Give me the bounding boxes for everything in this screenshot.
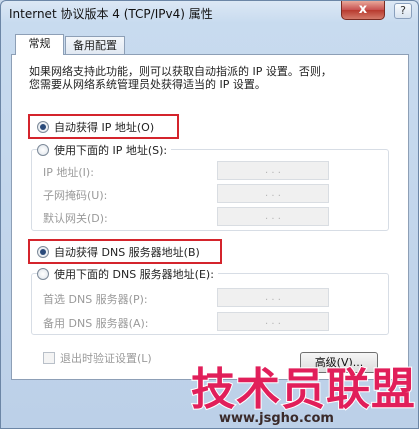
- window-title: Internet 协议版本 4 (TCP/IPv4) 属性: [9, 7, 213, 21]
- watermark-url: www.jsgho.com: [219, 411, 334, 426]
- preferred-dns-value: . . .: [265, 292, 281, 303]
- radio-auto-dns[interactable]: 自动获得 DNS 服务器地址(B): [37, 245, 200, 259]
- preferred-dns-field[interactable]: . . .: [217, 288, 329, 307]
- radio-manual-dns[interactable]: 使用下面的 DNS 服务器地址(E):: [37, 267, 218, 281]
- tab-alternate-config[interactable]: 备用配置: [65, 36, 125, 55]
- tab-alternate-config-label: 备用配置: [73, 39, 117, 52]
- description-line: 如果网络支持此功能，则可以获取自动指派的 IP 设置。否则，: [29, 65, 332, 78]
- tab-general-label: 常规: [28, 37, 51, 50]
- radio-auto-dns-label: 自动获得 DNS 服务器地址(B): [54, 246, 200, 259]
- radio-checked-icon: [37, 246, 49, 258]
- ip-address-label: IP 地址(I):: [43, 166, 94, 179]
- radio-manual-ip[interactable]: 使用下面的 IP 地址(S):: [37, 143, 172, 157]
- ip-address-value: . . .: [265, 165, 281, 176]
- subnet-mask-field[interactable]: . . .: [217, 184, 329, 203]
- checkbox-unchecked-icon: [43, 352, 55, 364]
- radio-unchecked-icon: [37, 144, 49, 156]
- title-bar[interactable]: Internet 协议版本 4 (TCP/IPv4) 属性 ? x: [1, 1, 418, 23]
- ip-address-field[interactable]: . . .: [217, 161, 329, 180]
- radio-manual-dns-label: 使用下面的 DNS 服务器地址(E):: [54, 268, 214, 281]
- default-gateway-field[interactable]: . . .: [217, 207, 329, 226]
- alternate-dns-field[interactable]: . . .: [217, 312, 329, 331]
- radio-unchecked-icon: [37, 268, 49, 280]
- tab-general[interactable]: 常规: [15, 34, 64, 55]
- subnet-mask-value: . . .: [265, 188, 281, 199]
- radio-manual-ip-label: 使用下面的 IP 地址(S):: [54, 144, 168, 157]
- validate-on-exit-checkbox[interactable]: 退出时验证设置(L): [43, 350, 152, 366]
- subnet-mask-label: 子网掩码(U):: [43, 189, 108, 202]
- validate-on-exit-label: 退出时验证设置(L): [60, 352, 152, 365]
- dialog-window: Internet 协议版本 4 (TCP/IPv4) 属性 ? x 常规 备用配…: [0, 0, 419, 429]
- alternate-dns-label: 备用 DNS 服务器(A):: [43, 317, 149, 330]
- close-icon: x: [358, 2, 368, 17]
- default-gateway-label: 默认网关(D):: [43, 212, 108, 225]
- preferred-dns-label: 首选 DNS 服务器(P):: [43, 293, 148, 306]
- radio-auto-ip-label: 自动获得 IP 地址(O): [54, 121, 155, 134]
- close-button[interactable]: x: [341, 1, 385, 20]
- description-line: 您需要从网络系统管理员处获得适当的 IP 设置。: [29, 78, 266, 91]
- description-text: 如果网络支持此功能，则可以获取自动指派的 IP 设置。否则， 您需要从网络系统管…: [29, 65, 389, 91]
- default-gateway-value: . . .: [265, 211, 281, 222]
- radio-checked-icon: [37, 121, 49, 133]
- alternate-dns-value: . . .: [265, 316, 281, 327]
- advanced-button[interactable]: 高级(V)...: [300, 352, 378, 373]
- help-icon: ?: [400, 4, 406, 17]
- radio-auto-ip[interactable]: 自动获得 IP 地址(O): [37, 120, 154, 134]
- help-button[interactable]: ?: [394, 3, 412, 19]
